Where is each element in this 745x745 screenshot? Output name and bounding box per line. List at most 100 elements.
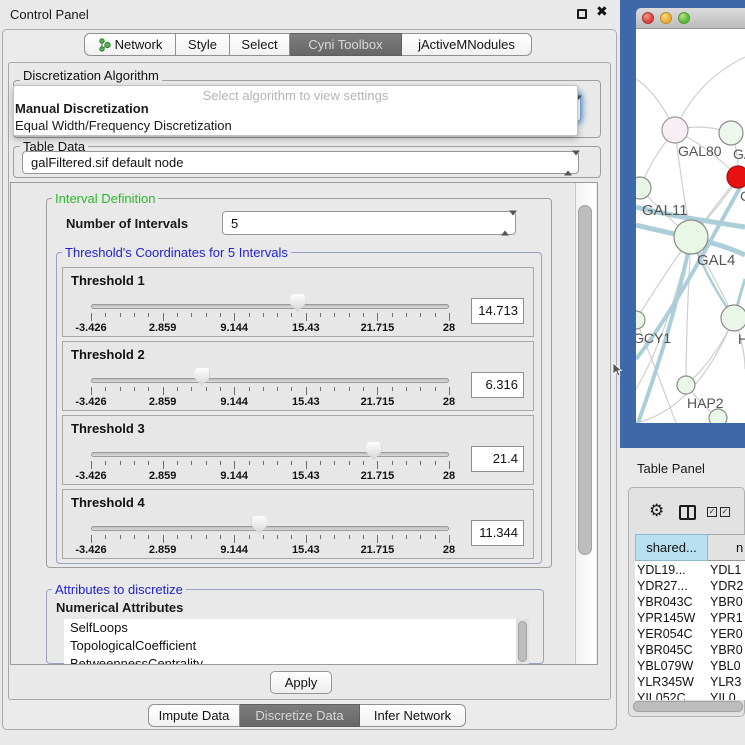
gear-icon[interactable]: ⚙: [649, 501, 664, 521]
network-node[interactable]: [709, 409, 727, 423]
checkbox-icon[interactable]: ✓: [707, 507, 717, 517]
slider-tick-label: 9.144: [204, 544, 264, 556]
dropdown-option-manual[interactable]: Manual Discretization: [15, 101, 149, 116]
slider-track[interactable]: [91, 452, 449, 457]
attributes-scrollbar-thumb[interactable]: [518, 621, 527, 662]
slider-tick: [206, 387, 207, 391]
slider-tick: [306, 461, 307, 469]
slider-tick: [134, 461, 135, 465]
network-node[interactable]: [636, 311, 645, 329]
list-item[interactable]: BetweennessCentrality: [64, 655, 516, 664]
dropdown-option-equal-width[interactable]: Equal Width/Frequency Discretization: [15, 118, 232, 133]
list-item[interactable]: TopologicalCoefficient: [64, 637, 516, 655]
threshold-row: Threshold 4-3.4262.8599.14415.4321.71528…: [62, 489, 534, 559]
table-row-cell-name[interactable]: YDL1: [710, 562, 745, 578]
column-header-name[interactable]: n: [708, 534, 745, 561]
table-row-cell-name[interactable]: YBR0: [710, 594, 745, 610]
table-row-cell-name[interactable]: YPR1: [710, 610, 745, 626]
network-node[interactable]: [674, 220, 708, 254]
slider-tick: [277, 535, 278, 539]
network-canvas[interactable]: GAL80GACGAL11GAL4GCY1HHAP2: [636, 29, 745, 423]
threshold-value-field[interactable]: 6.316: [471, 372, 524, 398]
threshold-row: Threshold 3-3.4262.8599.14415.4321.71528…: [62, 415, 534, 485]
threshold-value-field[interactable]: 14.713: [471, 298, 524, 324]
split-columns-icon[interactable]: [679, 505, 696, 520]
table-row-cell-shared-name[interactable]: YDL19...: [637, 562, 707, 578]
slider-thumb[interactable]: [252, 516, 267, 534]
tab-infer-network[interactable]: Infer Network: [360, 704, 466, 727]
combo-stepper-icon: [564, 155, 571, 170]
slider-tick: [148, 461, 149, 465]
network-node[interactable]: [719, 121, 743, 145]
slider-track[interactable]: [91, 304, 449, 309]
table-row-cell-name[interactable]: YER0: [710, 626, 745, 642]
slider-tick: [220, 535, 221, 539]
vertical-scrollbar-thumb[interactable]: [578, 205, 592, 555]
table-data-combobox[interactable]: galFiltered.sif default node: [22, 151, 579, 174]
network-node[interactable]: [677, 376, 695, 394]
float-window-icon[interactable]: [577, 9, 587, 19]
tab-label: Infer Network: [374, 708, 451, 723]
tab-cyni-toolbox[interactable]: Cyni Toolbox: [290, 33, 402, 56]
horizontal-scrollbar-thumb[interactable]: [633, 701, 743, 712]
table-row-cell-name[interactable]: YLR3: [710, 674, 745, 690]
network-node[interactable]: [721, 305, 745, 331]
num-intervals-combobox[interactable]: 5: [222, 211, 516, 235]
table-row-cell-shared-name[interactable]: YBR045C: [637, 642, 707, 658]
slider-track[interactable]: [91, 526, 449, 531]
zoom-traffic-light-icon[interactable]: [678, 12, 690, 24]
tab-jactivemnodules[interactable]: jActiveMNodules: [402, 33, 532, 56]
table-row-cell-shared-name[interactable]: YDR27...: [637, 578, 707, 594]
checkbox-icon[interactable]: ✓: [720, 507, 730, 517]
slider-tick-label: 2.859: [133, 544, 193, 556]
slider-tick-label: 2.859: [133, 470, 193, 482]
network-node[interactable]: [636, 177, 651, 199]
table-row-cell-shared-name[interactable]: YBL079W: [637, 658, 707, 674]
tab-discretize-data[interactable]: Discretize Data: [240, 704, 360, 727]
slider-tick-label: 28: [419, 544, 479, 556]
table-row-cell-shared-name[interactable]: YPR145W: [637, 610, 707, 626]
slider-tick: [334, 461, 335, 465]
tab-style[interactable]: Style: [176, 33, 230, 56]
table-row-cell-shared-name[interactable]: YER054C: [637, 626, 707, 642]
numerical-attributes-list[interactable]: SelfLoopsTopologicalCoefficientBetweenne…: [64, 619, 516, 664]
column-header-shared-name[interactable]: shared...: [635, 534, 708, 561]
slider-tick: [406, 313, 407, 317]
slider-tick: [234, 387, 235, 395]
apply-button[interactable]: Apply: [270, 671, 332, 694]
tab-label: Network: [115, 37, 163, 52]
slider-tick: [163, 535, 164, 543]
threshold-value-field[interactable]: 21.4: [471, 446, 524, 472]
slider-tick: [306, 535, 307, 543]
slider-thumb[interactable]: [194, 368, 209, 386]
tab-select[interactable]: Select: [230, 33, 290, 56]
tab-impute-data[interactable]: Impute Data: [148, 704, 240, 727]
table-row-cell-shared-name[interactable]: YLR345W: [637, 674, 707, 690]
slider-thumb[interactable]: [290, 294, 305, 312]
table-row-cell-name[interactable]: YDR2: [710, 578, 745, 594]
threshold-value-field[interactable]: 11.344: [471, 520, 524, 546]
slider-tick: [435, 535, 436, 539]
slider-tick: [263, 461, 264, 465]
minimize-traffic-light-icon[interactable]: [660, 12, 672, 24]
slider-tick: [291, 461, 292, 465]
network-node-label: GAL80: [678, 143, 722, 159]
slider-tick: [163, 313, 164, 321]
list-item[interactable]: SelfLoops: [64, 619, 516, 637]
slider-track[interactable]: [91, 378, 449, 383]
slider-tick-label: -3.426: [61, 470, 121, 482]
network-node[interactable]: [727, 166, 745, 188]
num-intervals-value: 5: [231, 216, 238, 231]
table-row-cell-name[interactable]: YBL0: [710, 658, 745, 674]
slider-tick: [277, 313, 278, 317]
network-node[interactable]: [662, 117, 688, 143]
table-row-cell-name[interactable]: YBR0: [710, 642, 745, 658]
table-row-cell-shared-name[interactable]: YBR043C: [637, 594, 707, 610]
tab-network[interactable]: Network: [84, 33, 176, 56]
close-icon[interactable]: ✖: [596, 3, 608, 20]
close-traffic-light-icon[interactable]: [642, 12, 654, 24]
slider-tick: [177, 387, 178, 391]
slider-tick: [435, 461, 436, 465]
slider-thumb[interactable]: [366, 442, 381, 460]
slider-tick-label: 28: [419, 470, 479, 482]
